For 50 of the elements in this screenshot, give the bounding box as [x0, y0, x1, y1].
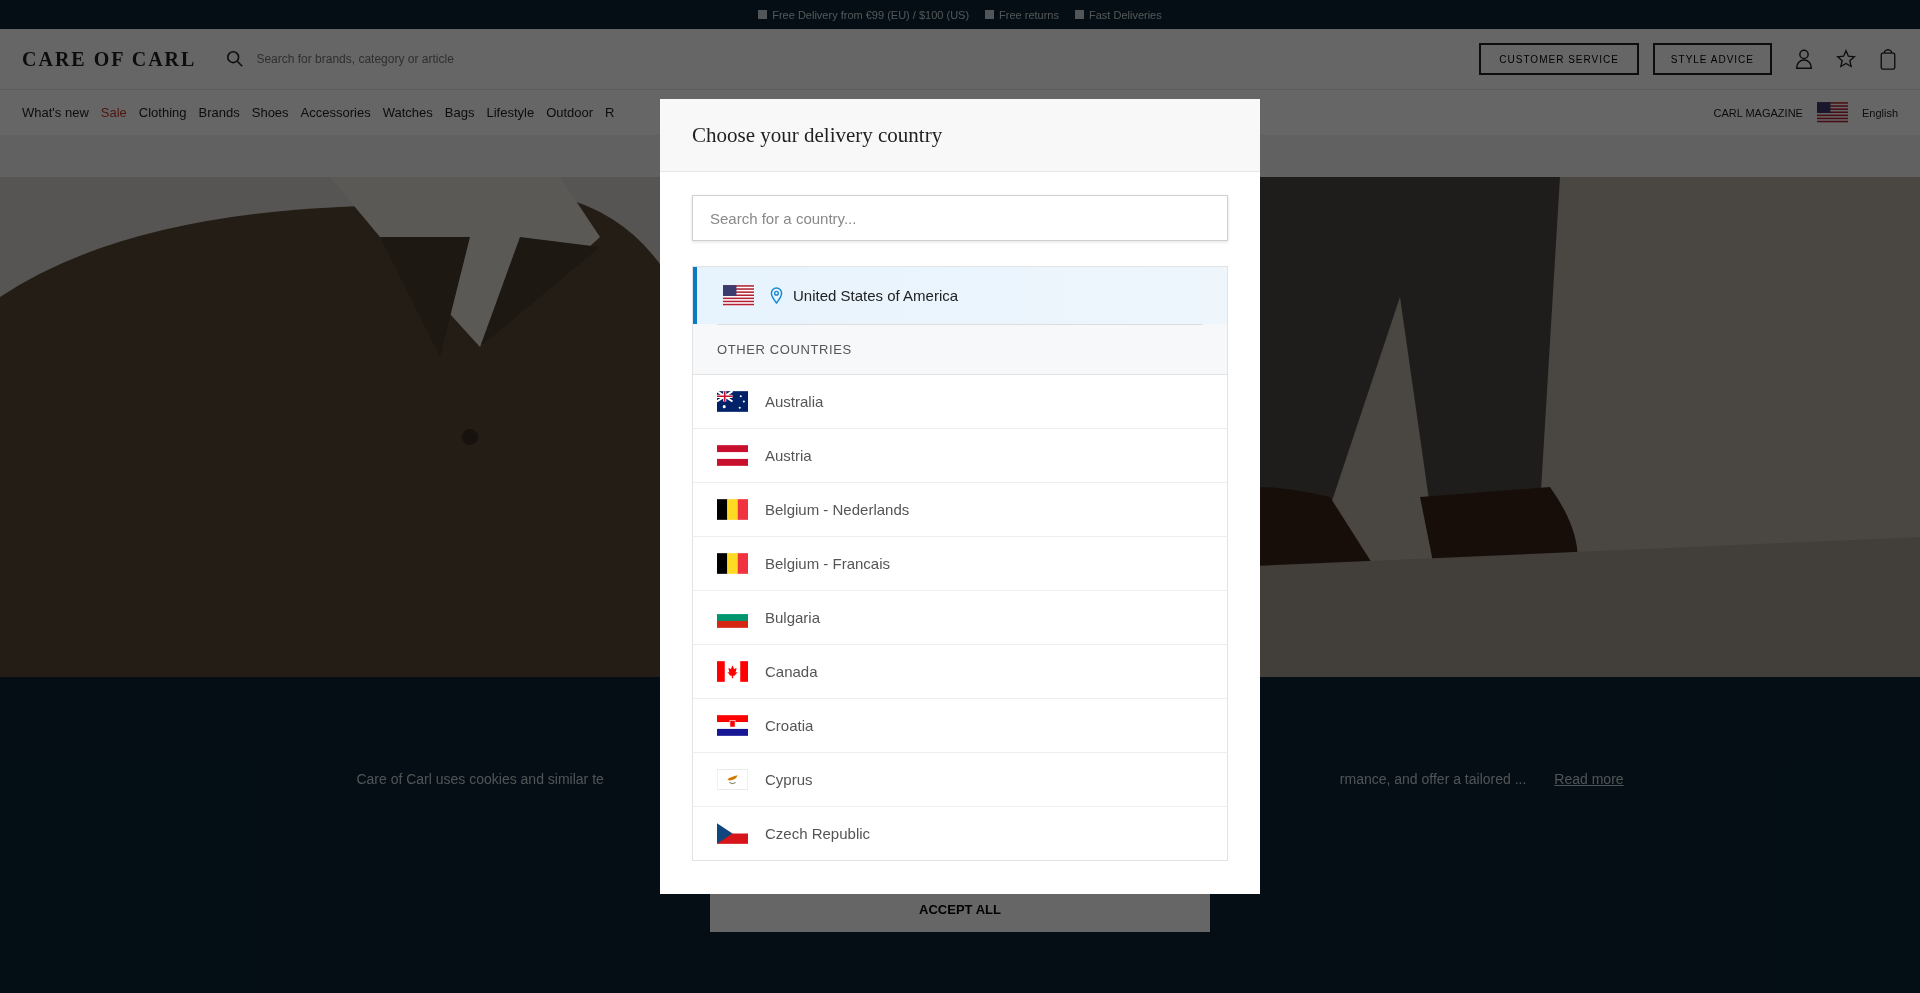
- logo[interactable]: CARE OF CARL: [22, 47, 197, 71]
- country-option[interactable]: Belgium - Francais: [693, 537, 1227, 591]
- nav-link[interactable]: Bags: [444, 105, 475, 120]
- flag-icon: [723, 285, 754, 306]
- country-option[interactable]: Canada: [693, 645, 1227, 699]
- star-icon[interactable]: [1836, 48, 1856, 70]
- country-option[interactable]: Austria: [693, 429, 1227, 483]
- flag-icon: [717, 391, 748, 412]
- announcement-text: Fast Deliveries: [1089, 8, 1162, 21]
- flag-icon: [717, 661, 748, 682]
- country-option[interactable]: Bulgaria: [693, 591, 1227, 645]
- section-label: OTHER COUNTRIES: [717, 341, 852, 357]
- flag-icon: [717, 823, 748, 844]
- nav-link[interactable]: R: [605, 105, 615, 120]
- search-field[interactable]: Search for a country...: [692, 195, 1228, 241]
- country-option[interactable]: Croatia: [693, 699, 1227, 753]
- header-button[interactable]: CUSTOMER SERVICE: [1479, 43, 1639, 75]
- country-option[interactable]: United States of America: [693, 267, 1227, 324]
- location-pin-icon: [770, 287, 783, 304]
- account-icon[interactable]: [1794, 48, 1814, 70]
- country-option[interactable]: Czech Republic: [693, 807, 1227, 860]
- country-option[interactable]: Australia: [693, 375, 1227, 429]
- announcement-text: Free Delivery from €99 (EU) / $100 (US): [772, 8, 970, 21]
- bag-icon[interactable]: [1878, 48, 1898, 70]
- magazine-link[interactable]: CARL MAGAZINE: [1713, 106, 1803, 119]
- nav-link[interactable]: Shoes: [251, 105, 289, 120]
- nav-link[interactable]: Outdoor: [546, 105, 594, 120]
- country-option[interactable]: Belgium - Nederlands: [693, 483, 1227, 537]
- flag-icon: [717, 553, 748, 574]
- nav-link[interactable]: Brands: [198, 105, 240, 120]
- country-option[interactable]: Cyprus: [693, 753, 1227, 807]
- flag-icon: [717, 499, 748, 520]
- dialog-title: Choose your delivery country: [692, 122, 943, 148]
- nav-link[interactable]: Clothing: [138, 105, 187, 120]
- read-more-link[interactable]: Read more: [1554, 771, 1624, 787]
- flag-icon: [1816, 102, 1848, 123]
- language-selector[interactable]: English: [1861, 106, 1898, 119]
- nav-link[interactable]: Lifestyle: [486, 105, 535, 120]
- flag-icon: [717, 445, 748, 466]
- nav-link[interactable]: Accessories: [300, 105, 371, 120]
- header-button[interactable]: STYLE ADVICE: [1652, 43, 1772, 75]
- nav-link[interactable]: Watches: [382, 105, 433, 120]
- announcement-text: Free returns: [999, 8, 1059, 21]
- flag-icon: [717, 769, 748, 790]
- flag-icon: [717, 715, 748, 736]
- cookie-text: Care of Carl uses cookies and similar te: [356, 771, 604, 787]
- search-icon: [226, 50, 245, 68]
- nav-link[interactable]: Sale: [100, 105, 127, 120]
- cookie-text: rmance, and offer a tailored ...: [1339, 771, 1527, 787]
- nav-link[interactable]: What's new: [22, 105, 89, 120]
